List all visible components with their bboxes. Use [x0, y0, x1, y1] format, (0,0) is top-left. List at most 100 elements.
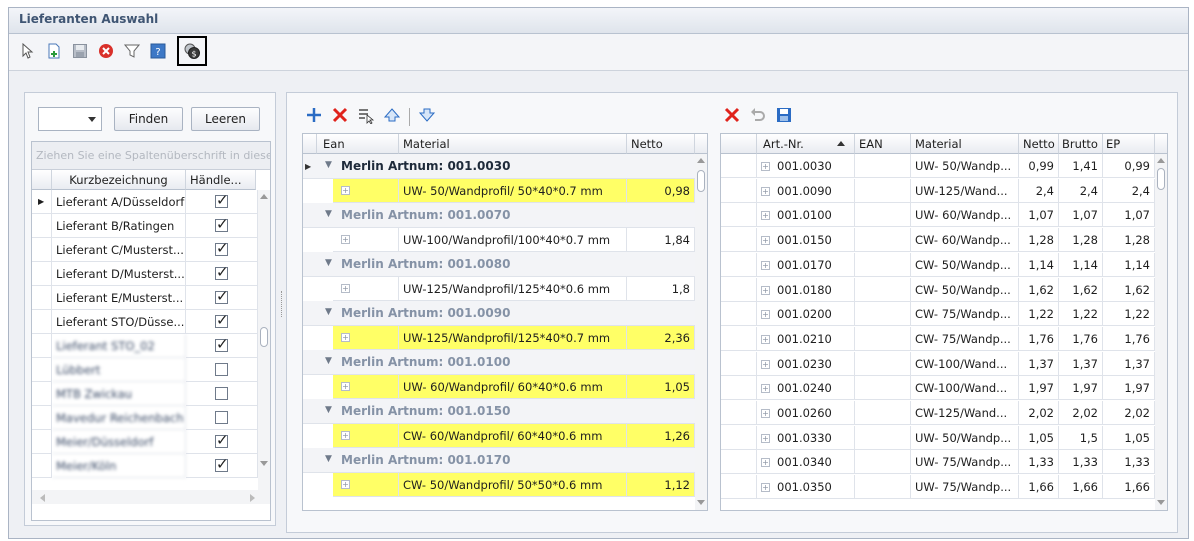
scroll-up-icon[interactable]	[697, 158, 705, 163]
ep-cell[interactable]: 1,97	[1103, 376, 1155, 401]
ep-cell[interactable]: 1,66	[1103, 475, 1155, 500]
netto-cell[interactable]: 2,4	[1019, 178, 1059, 203]
column-header-art-nr[interactable]: Art.-Nr.	[757, 134, 855, 154]
haendler-checkbox-cell[interactable]	[186, 382, 258, 406]
netto-cell[interactable]: 1,22	[1019, 302, 1059, 327]
haendler-checkbox[interactable]	[215, 387, 228, 400]
delete-icon[interactable]	[723, 106, 741, 127]
horizontal-scrollbar[interactable]	[32, 490, 270, 504]
undo-icon[interactable]	[749, 106, 767, 127]
group-row[interactable]: ▼ Merlin Artnum: 001.0080	[303, 252, 695, 277]
supplier-name-cell[interactable]: Lieferant C/Musterst...	[52, 238, 186, 262]
brutto-cell[interactable]: 1,14	[1059, 252, 1103, 277]
haendler-checkbox[interactable]	[215, 455, 229, 473]
supplier-name-cell[interactable]: Lieferant A/Düsseldorf	[52, 190, 186, 214]
art-nr-cell[interactable]: 001.0230	[757, 351, 855, 376]
scroll-thumb[interactable]	[697, 170, 705, 192]
brutto-cell[interactable]: 1,33	[1059, 450, 1103, 475]
brutto-cell[interactable]: 1,37	[1059, 351, 1103, 376]
edit-select-icon[interactable]	[357, 106, 375, 127]
expand-plus-icon[interactable]: +	[341, 186, 350, 195]
netto-cell[interactable]: 0,98	[627, 179, 695, 203]
haendler-checkbox-cell[interactable]	[186, 238, 258, 262]
ean-cell[interactable]	[855, 351, 911, 376]
brutto-cell[interactable]: 2,4	[1059, 178, 1103, 203]
material-cell[interactable]: UW-100/Wandprofil/100*40*0.7 mm	[399, 228, 627, 252]
haendler-checkbox[interactable]	[215, 263, 229, 281]
material-cell[interactable]: CW- 50/Wandp...	[911, 252, 1019, 277]
delete-icon[interactable]	[95, 40, 117, 62]
ean-cell[interactable]	[855, 228, 911, 253]
material-cell[interactable]: UW-125/Wandprofil/125*40*0.7 mm	[399, 326, 627, 350]
chevron-down-icon[interactable]: ▼	[325, 209, 332, 219]
art-nr-cell[interactable]: 001.0260	[757, 401, 855, 425]
group-row[interactable]: ▼ Merlin Artnum: 001.0170	[303, 448, 695, 473]
supplier-name-cell[interactable]: MTB Zwickau	[52, 382, 186, 406]
netto-cell[interactable]: 1,84	[627, 228, 695, 252]
haendler-checkbox[interactable]	[215, 287, 229, 305]
ean-cell[interactable]: +	[333, 424, 399, 448]
material-cell[interactable]: UW- 60/Wandprofil/ 60*40*0.6 mm	[399, 375, 627, 399]
haendler-checkbox[interactable]	[215, 191, 229, 209]
ep-cell[interactable]: 1,28	[1103, 228, 1155, 253]
column-header-ean[interactable]: Ean	[317, 134, 399, 154]
haendler-checkbox-cell[interactable]	[186, 262, 258, 286]
expand-plus-icon[interactable]: +	[761, 359, 770, 369]
scroll-thumb[interactable]	[1157, 168, 1165, 190]
scroll-down-icon[interactable]	[260, 461, 268, 466]
netto-cell[interactable]: 1,62	[1019, 277, 1059, 302]
expand-plus-icon[interactable]: +	[341, 480, 350, 489]
netto-cell[interactable]: 1,05	[627, 375, 695, 399]
art-nr-cell[interactable]: 001.0030	[757, 154, 855, 178]
expand-plus-icon[interactable]: +	[761, 384, 770, 394]
ean-cell[interactable]	[855, 376, 911, 401]
netto-cell[interactable]: 1,14	[1019, 252, 1059, 277]
ean-cell[interactable]: +	[333, 326, 399, 350]
expand-plus-icon[interactable]: +	[341, 235, 350, 244]
netto-cell[interactable]: 0,99	[1019, 154, 1059, 178]
column-header-kurzbezeichnung[interactable]: Kurzbezeichnung	[52, 170, 186, 190]
netto-cell[interactable]: 1,07	[1019, 203, 1059, 228]
material-cell[interactable]: UW- 50/Wandp...	[911, 154, 1019, 178]
material-cell[interactable]: UW-125/Wandprofil/125*40*0.6 mm	[399, 277, 627, 301]
supplier-name-cell[interactable]: Lieferant D/Musterst...	[52, 262, 186, 286]
ean-cell[interactable]	[855, 475, 911, 500]
scroll-down-icon[interactable]	[1157, 500, 1165, 505]
ean-cell[interactable]	[855, 277, 911, 302]
ep-cell[interactable]: 1,22	[1103, 302, 1155, 327]
haendler-checkbox-cell[interactable]	[186, 406, 258, 430]
netto-cell[interactable]: 1,26	[627, 424, 695, 448]
expand-plus-icon[interactable]: +	[761, 310, 770, 320]
haendler-checkbox[interactable]	[215, 335, 229, 353]
ean-cell[interactable]: +	[333, 375, 399, 399]
haendler-checkbox-cell[interactable]	[186, 334, 258, 358]
haendler-checkbox-cell[interactable]	[186, 286, 258, 310]
art-nr-cell[interactable]: 001.0210	[757, 326, 855, 351]
save-icon[interactable]	[775, 106, 793, 127]
column-header-ep[interactable]: EP	[1103, 134, 1155, 154]
art-nr-cell[interactable]: 001.0350	[757, 475, 855, 500]
group-row[interactable]: ▼ Merlin Artnum: 001.0150	[303, 399, 695, 424]
ep-cell[interactable]: 1,14	[1103, 252, 1155, 277]
material-cell[interactable]: CW-100/Wand...	[911, 376, 1019, 401]
ep-cell[interactable]: 1,76	[1103, 326, 1155, 351]
cursor-icon[interactable]	[17, 40, 39, 62]
supplier-name-cell[interactable]: Mavedur Reichenbach	[52, 406, 186, 430]
ean-cell[interactable]	[855, 252, 911, 277]
move-up-icon[interactable]	[383, 106, 401, 127]
chevron-down-icon[interactable]: ▼	[325, 405, 332, 415]
art-nr-cell[interactable]: 001.0180	[757, 277, 855, 302]
expand-plus-icon[interactable]: +	[761, 458, 770, 468]
material-cell[interactable]: UW-125/Wand...	[911, 178, 1019, 203]
column-header-brutto[interactable]: Brutto	[1059, 134, 1103, 154]
brutto-cell[interactable]: 1,41	[1059, 154, 1103, 178]
expand-plus-icon[interactable]: +	[761, 433, 770, 443]
scroll-thumb[interactable]	[260, 327, 268, 347]
ep-cell[interactable]: 1,07	[1103, 203, 1155, 228]
ean-cell[interactable]	[855, 450, 911, 475]
material-cell[interactable]: CW- 50/Wandprofil/ 50*50*0.6 mm	[399, 473, 627, 497]
column-header-material[interactable]: Material	[399, 134, 627, 154]
haendler-checkbox-cell[interactable]	[186, 430, 258, 454]
netto-cell[interactable]: 1,12	[627, 473, 695, 497]
brutto-cell[interactable]: 1,07	[1059, 203, 1103, 228]
